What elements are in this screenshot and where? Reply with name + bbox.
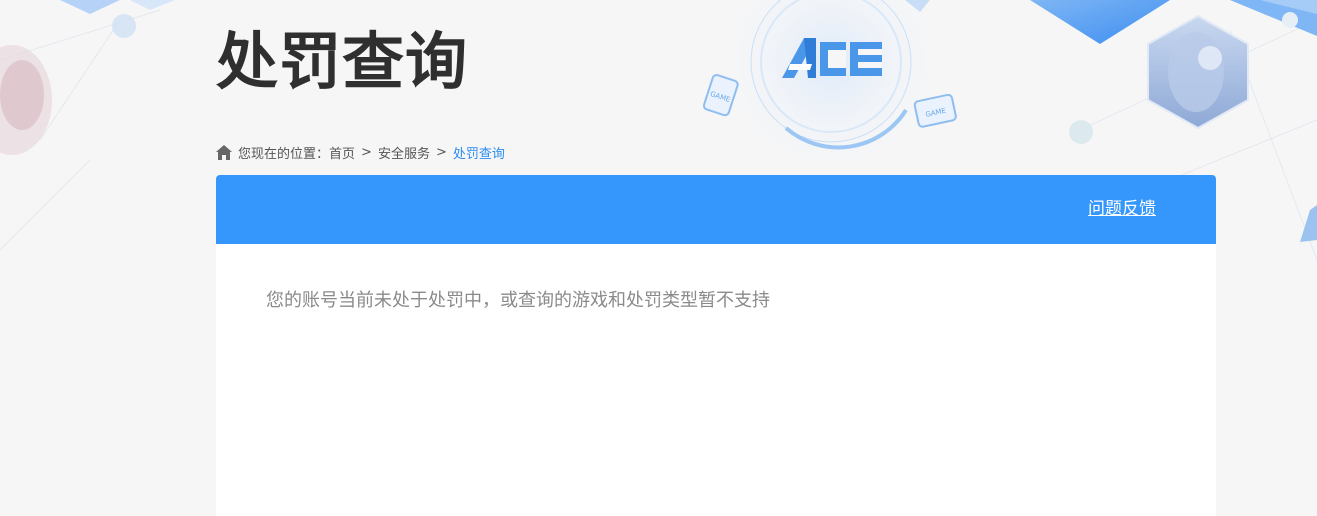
page-title: 处罚查询: [216, 25, 469, 98]
ace-logo-icon: [782, 38, 882, 78]
panel-header: 问题反馈: [216, 175, 1216, 244]
breadcrumb: 您现在的位置： 首页 > 安全服务 > 处罚查询: [216, 142, 505, 162]
breadcrumb-item-home[interactable]: 首页: [329, 143, 355, 162]
breadcrumb-item-current: 处罚查询: [452, 146, 505, 162]
panel-body: 您的账号当前未处于处罚中，或查询的游戏和处罚类型暂不支持: [216, 244, 1216, 358]
breadcrumb-separator: >: [361, 144, 372, 160]
result-message: 您的账号当前未处于处罚中，或查询的游戏和处罚类型暂不支持: [266, 290, 770, 311]
breadcrumb-prefix: 您现在的位置：: [238, 146, 330, 162]
home-icon: [216, 144, 232, 160]
breadcrumb-separator: >: [435, 144, 447, 160]
result-panel: 问题反馈 您的账号当前未处于处罚中，或查询的游戏和处罚类型暂不支持: [216, 175, 1216, 516]
svg-text:GAME: GAME: [925, 107, 947, 119]
feedback-link[interactable]: 问题反馈: [1088, 197, 1156, 221]
svg-text:GAME: GAME: [709, 90, 731, 104]
breadcrumb-item-security-services[interactable]: 安全服务: [378, 143, 430, 162]
